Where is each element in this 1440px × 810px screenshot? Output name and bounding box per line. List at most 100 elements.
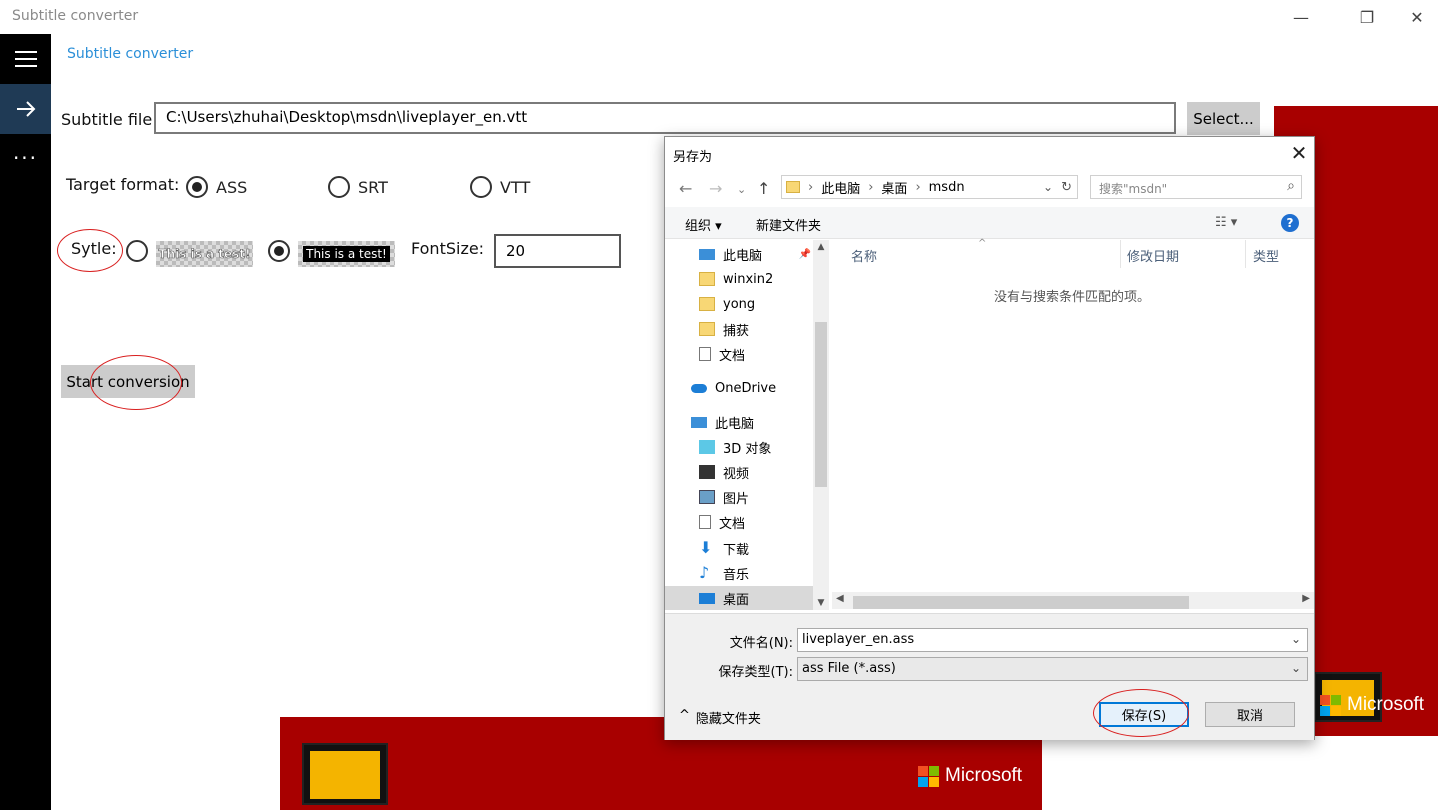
maximize-button[interactable]: ❐ xyxy=(1344,0,1390,34)
folder-icon xyxy=(786,181,800,193)
more-icon[interactable]: ··· xyxy=(0,136,51,180)
left-nav: ··· xyxy=(0,34,51,810)
close-button[interactable]: ✕ xyxy=(1394,0,1440,34)
nav-item-downloads[interactable]: ⬇ 下载 xyxy=(665,536,813,560)
nav-item-3d-objects[interactable]: 3D 对象 xyxy=(665,435,813,459)
video-icon xyxy=(699,465,715,479)
empty-message: 没有与搜索条件匹配的项。 xyxy=(993,290,1150,305)
subtitle-file-label: Subtitle file: xyxy=(61,110,158,129)
download-icon: ⬇ xyxy=(699,538,713,557)
dialog-toolbar: 组织 ▾ 新建文件夹 ☷ ▾ ? xyxy=(665,207,1314,239)
nav-item-this-pc[interactable]: 此电脑 📌 xyxy=(665,242,813,266)
style-preview-box: This is a test! xyxy=(298,241,395,267)
chevron-down-icon: ⌄ xyxy=(1290,632,1301,646)
picture-icon xyxy=(699,490,715,504)
chevron-down-icon: ⌄ xyxy=(1290,661,1301,675)
style-radio-outline[interactable] xyxy=(126,240,148,262)
format-radio-srt[interactable] xyxy=(328,176,350,198)
microsoft-grid-icon xyxy=(1320,694,1341,716)
sort-up-icon: ^ xyxy=(978,238,987,249)
nav-item-onedrive[interactable]: OneDrive xyxy=(665,376,813,400)
filename-input[interactable]: liveplayer_en.ass ⌄ xyxy=(797,628,1308,652)
breadcrumb-item[interactable]: 此电脑 xyxy=(821,178,860,197)
music-icon: ♪ xyxy=(699,563,710,582)
minimize-button[interactable]: — xyxy=(1278,0,1324,34)
format-label-ass: ASS xyxy=(216,178,248,197)
microsoft-logo: Microsoft xyxy=(1320,694,1424,716)
microsoft-grid-icon xyxy=(918,765,939,787)
save-as-dialog: 另存为 ✕ ← → ⌄ ↑ › 此电脑 › 桌面 › msdn ⌄ ↻ 搜索"m… xyxy=(664,136,1315,740)
nav-item-yong[interactable]: yong xyxy=(665,292,813,316)
nav-item-documents[interactable]: 文档 xyxy=(665,342,813,366)
format-radio-vtt[interactable] xyxy=(470,176,492,198)
navigation-pane: 此电脑 📌 winxin2 yong 捕获 文档 OneDrive 此电脑 3D… xyxy=(665,240,829,610)
breadcrumb-item[interactable]: 桌面 xyxy=(881,178,907,197)
address-bar[interactable]: › 此电脑 › 桌面 › msdn ⌄ ↻ xyxy=(781,175,1078,199)
format-radio-ass[interactable] xyxy=(186,176,208,198)
document-icon xyxy=(699,347,711,361)
fontsize-label: FontSize: xyxy=(411,239,485,258)
select-button[interactable]: Select... xyxy=(1187,102,1260,135)
search-icon[interactable]: ⌕ xyxy=(1287,178,1295,194)
up-icon[interactable]: ↑ xyxy=(757,179,770,198)
column-header-name[interactable]: 名称 xyxy=(851,246,877,265)
annotation-circle-style xyxy=(57,229,123,272)
style-radio-box[interactable] xyxy=(268,240,290,262)
breadcrumb-item[interactable]: msdn xyxy=(929,180,965,195)
nav-item-music[interactable]: ♪ 音乐 xyxy=(665,561,813,585)
address-dropdown-icon[interactable]: ⌄ xyxy=(1043,180,1053,194)
cancel-button[interactable]: 取消 xyxy=(1205,702,1295,727)
format-label-vtt: VTT xyxy=(500,178,531,197)
tablet-illustration xyxy=(302,743,388,805)
nav-item-documents-2[interactable]: 文档 xyxy=(665,510,813,534)
pc-icon xyxy=(691,416,707,428)
column-header-date[interactable]: 修改日期 xyxy=(1127,246,1179,265)
filetype-select[interactable]: ass File (*.ass) ⌄ xyxy=(797,657,1308,681)
nav-item-this-pc-2[interactable]: 此电脑 xyxy=(665,410,813,434)
dialog-title: 另存为 xyxy=(673,150,713,165)
organize-button[interactable]: 组织 ▾ xyxy=(685,215,722,234)
new-folder-button[interactable]: 新建文件夹 xyxy=(756,215,821,234)
file-list: 名称 ^ 修改日期 类型 没有与搜索条件匹配的项。 xyxy=(832,238,1314,592)
refresh-icon[interactable]: ↻ xyxy=(1061,180,1072,195)
dialog-bottom-panel: 文件名(N): liveplayer_en.ass ⌄ 保存类型(T): ass … xyxy=(665,613,1314,740)
folder-icon xyxy=(699,272,715,286)
back-icon[interactable]: ← xyxy=(679,179,692,198)
recent-dropdown-icon[interactable]: ⌄ xyxy=(737,183,746,196)
pc-icon xyxy=(699,248,715,260)
nav-scrollbar-thumb[interactable] xyxy=(815,322,827,487)
search-input[interactable]: 搜索"msdn" ⌕ xyxy=(1090,175,1302,199)
microsoft-logo: Microsoft xyxy=(918,765,1022,787)
subtitle-file-input[interactable]: C:\Users\zhuhai\Desktop\msdn\liveplayer_… xyxy=(154,102,1176,134)
target-format-label: Target format: xyxy=(66,175,180,194)
arrow-right-icon[interactable] xyxy=(0,84,51,134)
nav-item-capture[interactable]: 捕获 xyxy=(665,317,813,341)
folder-icon xyxy=(699,297,715,311)
cube-icon xyxy=(699,440,715,454)
column-header-type[interactable]: 类型 xyxy=(1253,246,1279,265)
annotation-circle-start xyxy=(90,355,182,410)
chevron-up-icon: ^ xyxy=(679,708,690,723)
document-icon xyxy=(699,515,711,529)
hamburger-icon[interactable] xyxy=(0,34,51,84)
file-hscrollbar-thumb[interactable] xyxy=(853,596,1189,609)
nav-item-pictures[interactable]: 图片 xyxy=(665,485,813,509)
fontsize-input[interactable]: 20 xyxy=(494,234,621,268)
nav-item-videos[interactable]: 视频 xyxy=(665,460,813,484)
hide-folders-toggle[interactable]: ^ 隐藏文件夹 xyxy=(679,708,761,727)
minimize-icon: — xyxy=(1293,7,1309,27)
view-options-icon[interactable]: ☷ ▾ xyxy=(1215,215,1237,230)
filetype-label: 保存类型(T): xyxy=(718,665,793,680)
help-icon[interactable]: ? xyxy=(1281,214,1299,232)
forward-icon[interactable]: → xyxy=(709,179,722,198)
nav-item-winxin2[interactable]: winxin2 xyxy=(665,267,813,291)
filename-label: 文件名(N): xyxy=(729,636,793,651)
dialog-close-icon[interactable]: ✕ xyxy=(1287,141,1311,165)
style-preview-outline: This is a test! xyxy=(156,241,253,267)
maximize-icon: ❐ xyxy=(1359,7,1375,27)
nav-item-desktop[interactable]: 桌面 xyxy=(665,586,813,610)
pin-icon[interactable]: 📌 xyxy=(799,249,811,260)
page-header: Subtitle converter xyxy=(67,46,194,62)
folder-icon xyxy=(699,322,715,336)
annotation-circle-save xyxy=(1093,689,1189,737)
